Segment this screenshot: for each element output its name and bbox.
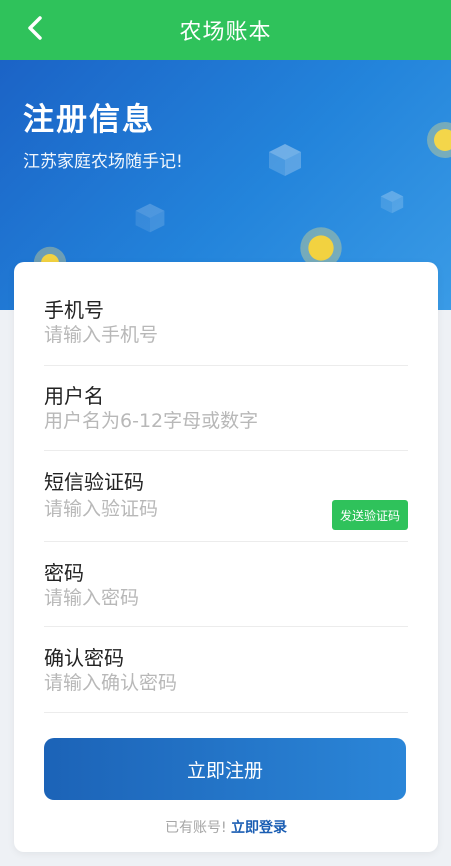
username-field: 用户名 <box>44 366 408 451</box>
cube-decoration-icon <box>269 144 301 176</box>
username-input[interactable] <box>44 410 374 432</box>
phone-input[interactable] <box>44 324 324 346</box>
register-button[interactable]: 立即注册 <box>44 738 406 800</box>
password-field: 密码 <box>44 542 408 627</box>
page-title: 农场账本 <box>179 20 272 45</box>
cube-decoration-icon <box>135 203 165 233</box>
sms-code-label: 短信验证码 <box>44 470 144 494</box>
hero-title: 注册信息 <box>23 102 155 138</box>
password-input[interactable] <box>44 587 324 609</box>
login-link[interactable]: 立即登录 <box>231 820 287 836</box>
phone-field: 手机号 <box>44 292 408 366</box>
hero-subtitle: 江苏家庭农场随手记! <box>23 152 183 172</box>
username-label: 用户名 <box>44 384 104 408</box>
login-hint: 已有账号! <box>164 820 227 836</box>
register-form-card: 手机号 用户名 短信验证码 发送验证码 密码 确认密码 立即注册 已有账号! 立… <box>14 262 438 852</box>
cube-decoration-icon <box>380 190 404 214</box>
gold-orb-decoration-icon <box>427 122 451 158</box>
back-button[interactable] <box>18 10 54 46</box>
chevron-left-icon <box>28 16 42 40</box>
password-label: 密码 <box>44 561 84 585</box>
sms-code-input[interactable] <box>44 498 304 520</box>
top-bar: 农场账本 <box>0 0 451 60</box>
login-prompt: 已有账号! 立即登录 <box>14 817 438 837</box>
confirm-password-input[interactable] <box>44 672 324 694</box>
confirm-password-field: 确认密码 <box>44 627 408 713</box>
send-code-button[interactable]: 发送验证码 <box>332 500 408 530</box>
confirm-password-label: 确认密码 <box>44 646 124 670</box>
phone-label: 手机号 <box>44 298 104 322</box>
